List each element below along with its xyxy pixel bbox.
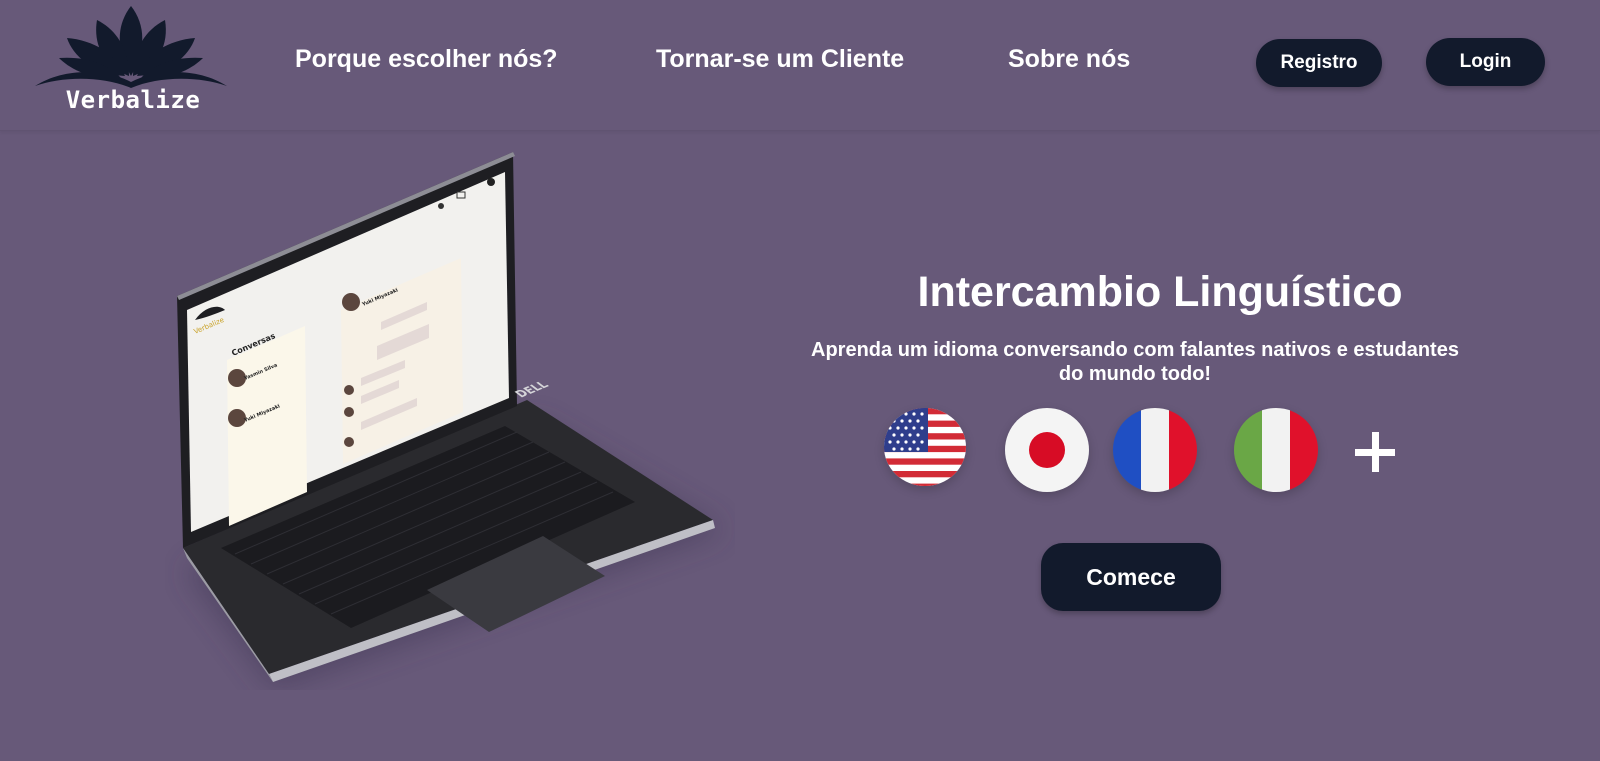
register-button[interactable]: Registro	[1256, 39, 1382, 87]
us-flag-icon[interactable]	[884, 408, 966, 486]
italy-flag-icon[interactable]	[1234, 408, 1318, 492]
site-header: Verbalize Porque escolher nós? Tornar-se…	[0, 0, 1600, 131]
brand-logo[interactable]: Verbalize	[30, 0, 230, 120]
france-flag-icon[interactable]	[1113, 408, 1197, 492]
hero-title: Intercambio Linguístico	[917, 268, 1403, 316]
nav-link-about-us[interactable]: Sobre nós	[1008, 45, 1130, 74]
nav-link-why-us[interactable]: Porque escolher nós?	[295, 45, 558, 74]
brand-name: Verbalize	[65, 86, 201, 114]
laptop-mockup-image: Verbalize Conversas Yasmin Silva Yuki Mi…	[165, 150, 735, 690]
svg-text:DELL: DELL	[512, 379, 553, 400]
lotus-book-logo-icon	[35, 6, 227, 88]
login-button[interactable]: Login	[1426, 38, 1545, 86]
japan-flag-icon[interactable]	[1005, 408, 1089, 492]
start-button[interactable]: Comece	[1041, 543, 1221, 611]
hero-subtitle: Aprenda um idioma conversando com falant…	[811, 339, 1459, 385]
plus-icon[interactable]	[1353, 430, 1397, 474]
nav-link-become-client[interactable]: Tornar-se um Cliente	[656, 45, 904, 74]
